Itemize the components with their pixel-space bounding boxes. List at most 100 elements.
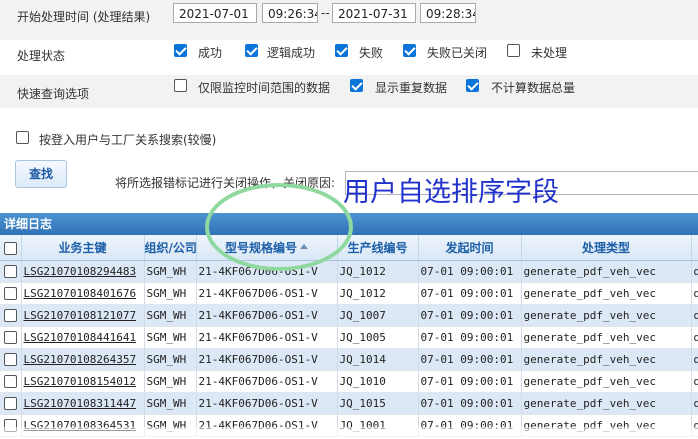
quick-monitor-range-checkbox[interactable] — [174, 79, 187, 92]
cell-org: SGM_WH — [144, 326, 197, 349]
row-checkbox-cell[interactable] — [0, 370, 22, 393]
cell-org: SGM_WH — [144, 392, 197, 415]
col-header-org[interactable]: 组织/公司 — [144, 235, 197, 261]
cell-time: 07-01 09:00:01 — [418, 304, 522, 327]
cell-model: 21-4KF067D06-OS1-V — [196, 326, 338, 349]
time-range-label: 开始处理时间 (处理结果) — [17, 10, 151, 24]
cell-time: 07-01 09:00:01 — [418, 326, 522, 349]
cell-model: 21-4KF067D06-OS1-V — [196, 282, 338, 305]
end-time-input[interactable]: 09:28:34 — [420, 3, 476, 23]
row-checkbox-cell[interactable] — [0, 326, 22, 349]
cell-time: 07-01 09:00:01 — [418, 282, 522, 305]
cell-business-key[interactable]: LSG21070108264357 — [21, 348, 145, 371]
cell-business-key[interactable]: LSG21070108294483 — [21, 260, 145, 283]
cell-type: generate_pdf_veh_vec — [521, 392, 692, 415]
status-logic-success-label: 逻辑成功 — [267, 46, 316, 60]
status-failed-closed-label: 失败已关闭 — [427, 46, 488, 60]
col-header-extra — [691, 235, 698, 261]
cell-extra: d — [691, 282, 698, 305]
table-row[interactable]: LSG21070108264357 SGM_WH 21-4KF067D06-OS1-… — [0, 348, 698, 371]
cell-org: SGM_WH — [144, 304, 197, 327]
status-failed-label: 失败 — [359, 46, 384, 60]
status-label: 处理状态 — [17, 49, 66, 63]
table-row[interactable]: LSG21070108121077 SGM_WH 21-4KF067D06-OS1-… — [0, 304, 698, 327]
cell-model: 21-4KF067D06-OS1-V — [196, 348, 338, 371]
cell-org: SGM_WH — [144, 260, 197, 283]
select-all-cell[interactable] — [0, 235, 22, 261]
row-checkbox[interactable] — [3, 287, 17, 301]
col-header-org-label: 组织/公司 — [144, 241, 196, 255]
highlight-ellipse — [205, 183, 353, 271]
cell-line: JQ_1012 — [337, 260, 419, 283]
status-success-label: 成功 — [198, 46, 223, 60]
status-success-checkbox[interactable] — [174, 44, 187, 57]
table-row[interactable]: LSG21070108311447 SGM_WH 21-4KF067D06-OS1-… — [0, 392, 698, 415]
cell-org: SGM_WH — [144, 348, 197, 371]
cell-type: generate_pdf_veh_vec — [521, 326, 692, 349]
status-failed-checkbox[interactable] — [335, 44, 348, 57]
cell-time: 07-01 09:00:01 — [418, 348, 522, 371]
end-date-input[interactable]: 2021-07-31 — [332, 3, 416, 23]
cell-line: JQ_1007 — [337, 304, 419, 327]
filter-band-quick — [0, 75, 698, 108]
quick-options-label: 快速查询选项 — [17, 87, 90, 101]
table-row[interactable]: LSG21070108294483 SGM_WH 21-4KF067D06-OS1-… — [0, 260, 698, 283]
status-unprocessed-label: 未处理 — [531, 46, 568, 60]
cell-org: SGM_WH — [144, 370, 197, 393]
cell-time: 07-01 09:00:01 — [418, 260, 522, 283]
row-checkbox-cell[interactable] — [0, 392, 22, 415]
cell-business-key[interactable]: LSG21070108154012 — [21, 370, 145, 393]
cell-org: SGM_WH — [144, 282, 197, 305]
row-checkbox-cell[interactable] — [0, 260, 22, 283]
login-factory-search-label: 按登入用户与工厂关系搜索(较慢) — [39, 133, 217, 147]
cell-line: JQ_1015 — [337, 392, 419, 415]
search-button[interactable]: 查找 — [15, 160, 67, 188]
col-header-time[interactable]: 发起时间 — [418, 235, 522, 261]
status-unprocessed-checkbox[interactable] — [507, 44, 520, 57]
row-checkbox[interactable] — [3, 397, 17, 411]
row-checkbox[interactable] — [3, 331, 17, 345]
row-checkbox-cell[interactable] — [0, 282, 22, 305]
col-header-business-key-label: 业务主键 — [58, 241, 107, 255]
row-checkbox[interactable] — [3, 309, 17, 323]
cell-extra: d — [691, 392, 698, 415]
cell-model: 21-4KF067D06-OS1-V — [196, 392, 338, 415]
cell-line: JQ_1014 — [337, 348, 419, 371]
cell-type: generate_pdf_veh_vec — [521, 304, 692, 327]
cell-business-key[interactable]: LSG21070108311447 — [21, 392, 145, 415]
cell-extra: d — [691, 260, 698, 283]
col-header-line-label: 生产线编号 — [347, 241, 408, 255]
quick-show-duplicates-checkbox[interactable] — [350, 79, 363, 92]
cell-line: JQ_1010 — [337, 370, 419, 393]
row-checkbox-cell[interactable] — [0, 304, 22, 327]
cell-time: 07-01 09:00:01 — [418, 392, 522, 415]
cell-line: JQ_1012 — [337, 282, 419, 305]
row-checkbox[interactable] — [3, 375, 17, 389]
col-header-business-key[interactable]: 业务主键 — [21, 235, 145, 261]
cell-model: 21-4KF067D06-OS1-V — [196, 304, 338, 327]
start-time-input[interactable]: 09:26:34 — [262, 3, 318, 23]
col-header-time-label: 发起时间 — [445, 241, 494, 255]
quick-monitor-range-label: 仅限监控时间范围的数据 — [198, 81, 331, 95]
cell-type: generate_pdf_veh_vec — [521, 260, 692, 283]
cell-extra: d — [691, 326, 698, 349]
cell-extra: d — [691, 348, 698, 371]
table-row[interactable]: LSG21070108441641 SGM_WH 21-4KF067D06-OS1-… — [0, 326, 698, 349]
table-row[interactable]: LSG21070108401676 SGM_WH 21-4KF067D06-OS1-… — [0, 282, 698, 305]
col-header-type[interactable]: 处理类型 — [521, 235, 692, 261]
table-row[interactable]: LSG21070108154012 SGM_WH 21-4KF067D06-OS1-… — [0, 370, 698, 393]
start-date-input[interactable]: 2021-07-01 — [173, 3, 257, 23]
row-checkbox-cell[interactable] — [0, 348, 22, 371]
quick-no-total-count-checkbox[interactable] — [466, 79, 479, 92]
select-all-checkbox[interactable] — [3, 241, 17, 255]
login-factory-search-checkbox[interactable] — [16, 131, 29, 144]
cell-business-key[interactable]: LSG21070108441641 — [21, 326, 145, 349]
cell-business-key[interactable]: LSG21070108121077 — [21, 304, 145, 327]
quick-show-duplicates-label: 显示重复数据 — [375, 81, 448, 95]
status-logic-success-checkbox[interactable] — [245, 44, 258, 57]
range-separator: -- — [321, 6, 330, 20]
cell-business-key[interactable]: LSG21070108401676 — [21, 282, 145, 305]
row-checkbox[interactable] — [3, 265, 17, 279]
status-failed-closed-checkbox[interactable] — [403, 44, 416, 57]
row-checkbox[interactable] — [3, 353, 17, 367]
